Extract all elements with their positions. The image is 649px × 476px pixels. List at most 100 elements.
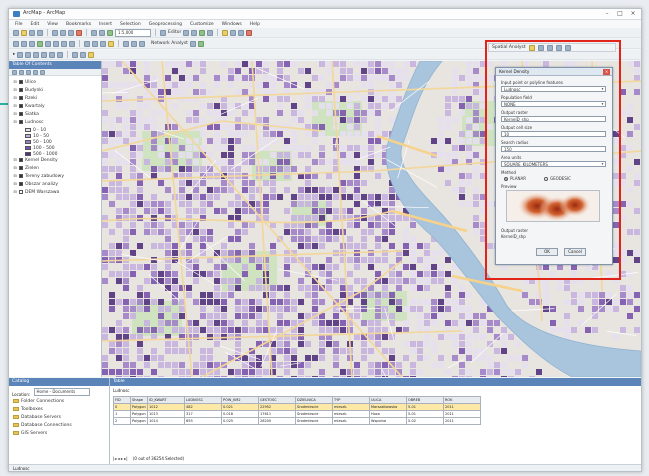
table-cell[interactable]: 655 bbox=[184, 417, 222, 425]
full-extent-icon[interactable] bbox=[37, 40, 43, 47]
table-row[interactable]: 2 Polygon 1014 655 0.025 26200 Srodmiescie mies… bbox=[113, 417, 481, 425]
find-icon[interactable] bbox=[123, 40, 129, 47]
method-radio[interactable]: GEODESIC bbox=[544, 176, 571, 181]
close-icon[interactable]: × bbox=[627, 10, 639, 18]
select-arrow-icon[interactable] bbox=[17, 51, 24, 58]
table-cell[interactable]: Marszalkowska bbox=[369, 403, 407, 411]
minimize-icon[interactable]: – bbox=[601, 10, 613, 18]
layer-properties-icon[interactable] bbox=[80, 51, 87, 58]
table-cell[interactable]: Srodmiescie bbox=[295, 410, 333, 418]
method-radio[interactable]: PLANAR bbox=[504, 176, 526, 181]
table-cell[interactable]: Polygon bbox=[130, 403, 148, 411]
python-icon[interactable] bbox=[207, 29, 214, 36]
table-cell[interactable]: Srodmiescie bbox=[295, 417, 333, 425]
toc-layer[interactable]: ⊟ Budynki bbox=[13, 87, 43, 93]
expand-icon[interactable]: ⊟ bbox=[13, 104, 17, 108]
model-builder-icon[interactable] bbox=[222, 29, 229, 36]
list-by-drawing-order-icon[interactable] bbox=[12, 69, 17, 75]
layer-visibility-checkbox[interactable] bbox=[19, 166, 23, 170]
layer-visibility-checkbox[interactable] bbox=[19, 174, 23, 178]
table-cell[interactable]: 5-01 bbox=[406, 410, 444, 418]
table-cell[interactable]: 2011 bbox=[443, 417, 481, 425]
scale-combo[interactable]: 1:5,000 bbox=[115, 28, 151, 37]
menu-item-view[interactable]: View bbox=[47, 22, 58, 27]
column-header[interactable]: POW_KM2 bbox=[221, 396, 259, 404]
delete-icon[interactable] bbox=[76, 29, 82, 36]
radio-button[interactable] bbox=[504, 176, 508, 181]
record-nav-icon[interactable]: |◂ ◂ ▸ ▸| bbox=[113, 456, 128, 461]
table-cell[interactable]: 26200 bbox=[258, 417, 296, 425]
table-cell[interactable]: 0.021 bbox=[221, 403, 259, 411]
text-icon[interactable] bbox=[41, 51, 48, 58]
list-by-source-icon[interactable] bbox=[19, 69, 24, 75]
table-cell[interactable]: 5-01 bbox=[406, 403, 444, 411]
table-cell[interactable]: mieszk. bbox=[332, 417, 370, 425]
select-features-icon[interactable] bbox=[84, 40, 90, 47]
table-cell[interactable]: Srodmiescie bbox=[295, 403, 333, 411]
menu-item-file[interactable]: File bbox=[15, 22, 23, 27]
table-cell[interactable]: 0 bbox=[113, 403, 131, 411]
fill-color-icon[interactable] bbox=[49, 51, 56, 58]
toc-layer[interactable]: ⊟ Siatka bbox=[13, 111, 39, 117]
table-cell[interactable]: 0.025 bbox=[221, 417, 259, 425]
hyperlink-icon[interactable] bbox=[246, 29, 253, 36]
network-analyst-label[interactable]: Network Analyst bbox=[151, 41, 188, 46]
list-by-selection-icon[interactable] bbox=[33, 69, 38, 75]
solve-icon[interactable] bbox=[197, 40, 204, 47]
editor-icon[interactable] bbox=[160, 29, 166, 36]
table-cell[interactable]: Polygon bbox=[130, 417, 148, 425]
table-cell[interactable]: 482 bbox=[184, 403, 222, 411]
table-cell[interactable]: Hoza bbox=[369, 410, 407, 418]
drawing-label[interactable]: ▸ bbox=[13, 52, 15, 57]
info-icon[interactable] bbox=[108, 40, 114, 47]
open-icon[interactable] bbox=[21, 29, 27, 36]
table-cell[interactable]: 1 bbox=[113, 410, 131, 418]
rectangle-icon[interactable] bbox=[33, 51, 40, 58]
toc-layer[interactable]: ⊟ Kernel Density bbox=[13, 157, 57, 163]
column-header[interactable]: LUDNOSC bbox=[184, 396, 222, 404]
radio-button[interactable] bbox=[544, 176, 548, 181]
save-icon[interactable] bbox=[29, 29, 35, 36]
expand-icon[interactable]: ⊟ bbox=[13, 88, 17, 92]
identify-icon[interactable] bbox=[230, 29, 237, 36]
table-cell[interactable]: 317 bbox=[184, 410, 222, 418]
select-elements-icon[interactable] bbox=[100, 40, 106, 47]
table-cell[interactable]: 1014 bbox=[147, 417, 185, 425]
list-by-visibility-icon[interactable] bbox=[26, 69, 31, 75]
catalog-item[interactable]: GIS Servers bbox=[13, 430, 47, 436]
table-cell[interactable]: Wspolna bbox=[369, 417, 407, 425]
column-header[interactable]: GESTOSC bbox=[258, 396, 296, 404]
output-raster-field[interactable]: KernelD_shp bbox=[501, 116, 606, 122]
layer-swipe-icon[interactable] bbox=[564, 44, 571, 51]
menu-item-customize[interactable]: Customize bbox=[190, 22, 214, 27]
redo-icon[interactable] bbox=[99, 29, 105, 36]
table-cell[interactable]: Polygon bbox=[130, 410, 148, 418]
go-to-xy-icon[interactable] bbox=[131, 40, 137, 47]
table-cell[interactable]: mieszk. bbox=[332, 410, 370, 418]
maximize-icon[interactable]: □ bbox=[614, 10, 626, 18]
catalog-item[interactable]: Toolboxes bbox=[13, 406, 43, 412]
menu-item-windows[interactable]: Windows bbox=[222, 22, 242, 27]
expand-icon[interactable]: ⊟ bbox=[13, 120, 17, 124]
table-cell[interactable]: 1012 bbox=[147, 403, 185, 411]
menu-item-geoprocessing[interactable]: Geoprocessing bbox=[149, 22, 182, 27]
column-header[interactable]: DZIELNICA bbox=[295, 396, 333, 404]
ok-button[interactable]: OK bbox=[536, 248, 558, 256]
column-header[interactable]: ROK bbox=[443, 396, 481, 404]
table-cell[interactable]: 2011 bbox=[443, 410, 481, 418]
dialog-close-icon[interactable]: × bbox=[603, 69, 610, 75]
menu-item-edit[interactable]: Edit bbox=[31, 22, 40, 27]
layer-visibility-checkbox[interactable] bbox=[19, 88, 23, 92]
back-icon[interactable] bbox=[61, 40, 67, 47]
catalog-icon[interactable] bbox=[183, 29, 190, 36]
menu-item-insert[interactable]: Insert bbox=[99, 22, 112, 27]
options-icon[interactable] bbox=[40, 69, 45, 75]
layer-visibility-checkbox[interactable] bbox=[19, 190, 23, 194]
column-header[interactable]: Shape bbox=[130, 396, 148, 404]
catalog-item[interactable]: Database Servers bbox=[13, 414, 61, 420]
toc-layer[interactable]: ⊟ Kwartaly bbox=[13, 103, 44, 109]
layer-visibility-checkbox[interactable] bbox=[19, 112, 23, 116]
add-data-icon[interactable] bbox=[107, 29, 113, 36]
expand-icon[interactable]: ⊟ bbox=[13, 190, 17, 194]
spatial-analyst-label[interactable]: Spatial Analyst bbox=[492, 45, 526, 50]
